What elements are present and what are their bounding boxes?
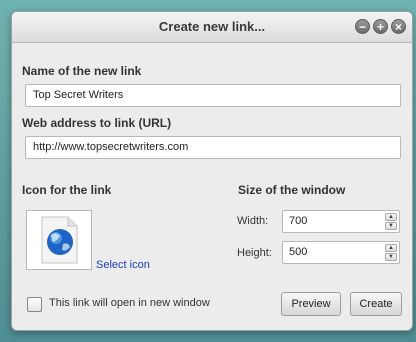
preview-button[interactable]: Preview — [281, 292, 341, 316]
window-controls: − + × — [355, 19, 406, 34]
width-spinbox[interactable]: 700 ▲ ▼ — [282, 210, 400, 233]
width-increment-button[interactable]: ▲ — [385, 213, 397, 221]
select-icon-link[interactable]: Select icon — [96, 259, 150, 271]
create-link-dialog: Create new link... − + × Name of the new… — [11, 11, 413, 331]
new-window-label: This link will open in new window — [49, 297, 210, 309]
window-size-label: Size of the window — [238, 183, 346, 197]
globe-document-icon — [41, 216, 78, 264]
width-stepper: ▲ ▼ — [385, 213, 397, 230]
new-window-checkbox[interactable] — [27, 297, 42, 312]
height-value: 500 — [289, 246, 308, 258]
icon-section-label: Icon for the link — [22, 183, 112, 197]
maximize-button[interactable]: + — [373, 19, 388, 34]
link-name-input[interactable]: Top Secret Writers — [25, 84, 401, 107]
width-label: Width: — [237, 215, 269, 227]
height-stepper: ▲ ▼ — [385, 244, 397, 261]
width-decrement-button[interactable]: ▼ — [385, 222, 397, 230]
icon-preview[interactable] — [26, 210, 92, 270]
minimize-button[interactable]: − — [355, 19, 370, 34]
url-input[interactable]: http://www.topsecretwriters.com — [25, 136, 401, 159]
link-name-label: Name of the new link — [22, 64, 142, 78]
width-value: 700 — [289, 215, 308, 227]
height-increment-button[interactable]: ▲ — [385, 244, 397, 252]
dialog-title: Create new link... — [158, 19, 266, 34]
url-label: Web address to link (URL) — [22, 116, 172, 130]
dialog-titlebar[interactable]: Create new link... − + × — [12, 12, 412, 43]
height-label: Height: — [237, 247, 272, 259]
height-decrement-button[interactable]: ▼ — [385, 253, 397, 261]
height-spinbox[interactable]: 500 ▲ ▼ — [282, 241, 400, 264]
create-button[interactable]: Create — [350, 292, 402, 316]
close-button[interactable]: × — [391, 19, 406, 34]
